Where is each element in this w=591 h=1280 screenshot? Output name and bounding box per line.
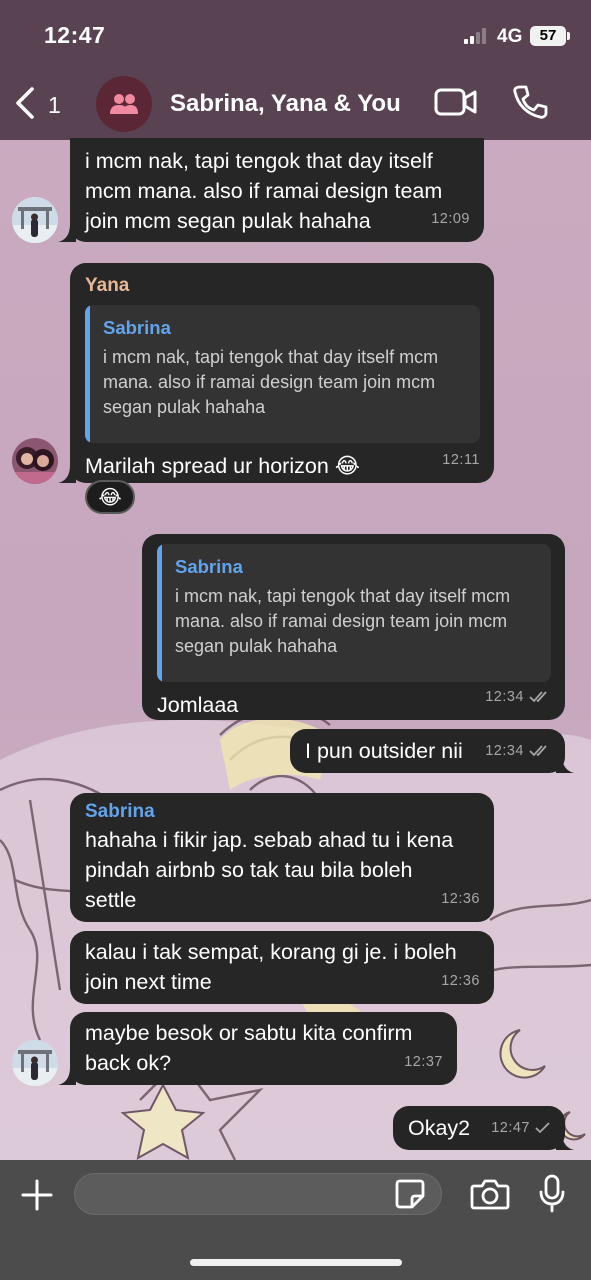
group-icon xyxy=(110,94,138,114)
message-meta: 12:34 xyxy=(485,682,551,712)
voice-message-button[interactable] xyxy=(538,1174,566,1219)
quoted-text: i mcm nak, tapi tengok that day itself m… xyxy=(103,347,439,417)
message-bubble-outgoing[interactable]: I pun outsider nii 12:34 xyxy=(290,729,565,773)
chevron-left-icon xyxy=(16,87,34,119)
yana-photo xyxy=(12,438,58,484)
message-meta: 12:37 xyxy=(404,1047,443,1077)
battery-indicator: 57 xyxy=(530,26,570,46)
message-bubble-outgoing[interactable]: Sabrina i mcm nak, tapi tengok that day … xyxy=(142,534,565,720)
message-meta: 12:34 xyxy=(485,736,551,766)
plus-icon xyxy=(21,1179,53,1211)
message-meta: 12:09 xyxy=(431,204,470,234)
sabrina-avatar[interactable] xyxy=(12,1040,58,1086)
bubble-tail xyxy=(556,1132,574,1150)
message-text: i mcm nak, tapi tengok that day itself m… xyxy=(85,149,443,233)
message-meta: 12:47 xyxy=(491,1113,551,1143)
group-avatar[interactable] xyxy=(96,76,152,132)
microphone-icon xyxy=(539,1174,565,1213)
phone-icon xyxy=(513,85,548,119)
attach-button[interactable] xyxy=(20,1178,54,1217)
message-bubble[interactable]: i mcm nak, tapi tengok that day itself m… xyxy=(70,138,484,242)
message-time: 12:11 xyxy=(442,452,480,468)
chat-title[interactable]: Sabrina, Yana & You xyxy=(170,90,401,118)
message-input[interactable] xyxy=(74,1173,442,1215)
camera-icon xyxy=(470,1179,510,1210)
message-bubble-outgoing[interactable]: Okay2 12:47 xyxy=(393,1106,565,1150)
message-meta: 12:36 xyxy=(441,966,480,996)
bubble-tail xyxy=(556,755,574,773)
cellular-signal-icon xyxy=(464,28,486,44)
sender-name[interactable]: Sabrina xyxy=(85,799,480,825)
unread-count: 1 xyxy=(48,92,61,118)
sabrina-avatar[interactable] xyxy=(12,197,58,243)
message-time: 12:34 xyxy=(485,743,524,759)
bubble-tail xyxy=(58,224,76,242)
message-bubble[interactable]: maybe besok or sabtu kita confirm back o… xyxy=(70,1012,457,1085)
quoted-sender: Sabrina xyxy=(175,556,243,577)
message-reaction[interactable]: 😂 xyxy=(85,480,135,514)
double-check-icon xyxy=(529,745,547,757)
sticker-icon xyxy=(395,1179,425,1209)
message-time: 12:47 xyxy=(491,1120,530,1136)
message-bubble[interactable]: kalau i tak sempat, korang gi je. i bole… xyxy=(70,931,494,1004)
quoted-message[interactable]: Sabrina i mcm nak, tapi tengok that day … xyxy=(85,305,480,443)
yana-avatar[interactable] xyxy=(12,438,58,484)
home-indicator[interactable] xyxy=(190,1259,402,1266)
message-time: 12:36 xyxy=(441,973,480,989)
message-time: 12:37 xyxy=(404,1054,443,1070)
message-meta: 12:11 xyxy=(442,445,480,475)
network-type: 4G xyxy=(497,26,523,47)
message-bubble[interactable]: Yana Sabrina i mcm nak, tapi tengok that… xyxy=(70,263,494,483)
chat-header: 12:47 4G 57 1 Sabrina, Yana & You xyxy=(0,0,591,140)
message-text: kalau i tak sempat, korang gi je. i bole… xyxy=(85,940,457,994)
back-button[interactable] xyxy=(12,86,72,124)
sticker-button[interactable] xyxy=(394,1178,426,1215)
reaction-emoji: 😂 xyxy=(98,486,122,509)
video-call-icon xyxy=(434,88,477,116)
sabrina-photo xyxy=(12,1040,58,1086)
message-text: hahaha i fikir jap. sebab ahad tu i kena… xyxy=(85,828,454,912)
status-time: 12:47 xyxy=(44,22,106,48)
quoted-sender: Sabrina xyxy=(103,317,171,338)
quoted-text: i mcm nak, tapi tengok that day itself m… xyxy=(175,586,511,656)
battery-level: 57 xyxy=(539,27,557,44)
message-text: maybe besok or sabtu kita confirm back o… xyxy=(85,1021,413,1075)
message-time: 12:36 xyxy=(441,891,480,907)
sender-name[interactable]: Yana xyxy=(85,273,480,299)
bubble-tail xyxy=(58,1067,76,1085)
single-check-icon xyxy=(535,1122,550,1134)
voice-call-button[interactable] xyxy=(512,84,548,125)
message-meta: 12:36 xyxy=(441,884,480,914)
message-bubble[interactable]: Sabrina hahaha i fikir jap. sebab ahad t… xyxy=(70,793,494,922)
bubble-tail xyxy=(58,465,76,483)
message-time: 12:34 xyxy=(485,689,524,705)
camera-button[interactable] xyxy=(470,1177,510,1216)
sabrina-photo xyxy=(12,197,58,243)
quoted-message[interactable]: Sabrina i mcm nak, tapi tengok that day … xyxy=(157,544,551,682)
double-check-icon xyxy=(529,691,547,703)
message-text: Marilah spread ur horizon 😂 xyxy=(85,454,360,478)
message-time: 12:09 xyxy=(431,211,470,227)
video-call-button[interactable] xyxy=(434,86,478,123)
